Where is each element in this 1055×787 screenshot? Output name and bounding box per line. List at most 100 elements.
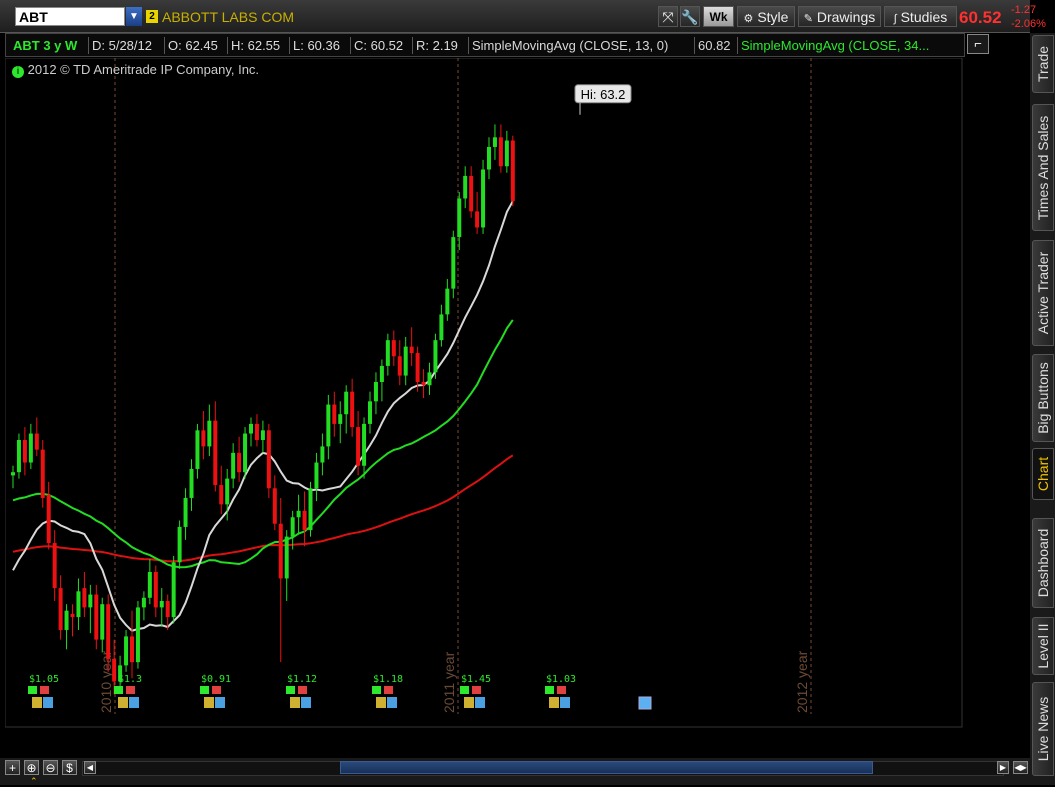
price-axis-icon[interactable]: $ bbox=[62, 760, 77, 775]
bar-low: L: 60.36 bbox=[293, 38, 340, 53]
tab-live-news[interactable]: Live News bbox=[1032, 682, 1054, 776]
style-button[interactable]: ⚙ Style bbox=[737, 6, 795, 27]
dividend-icon bbox=[40, 686, 49, 694]
symbol-dropdown-icon[interactable]: ▼ bbox=[126, 7, 142, 26]
dividend-icon bbox=[472, 686, 481, 694]
candle-body bbox=[254, 423, 259, 440]
candle-body bbox=[52, 543, 57, 589]
candle-body bbox=[510, 140, 515, 202]
tab-level-ii[interactable]: Level II bbox=[1032, 617, 1054, 675]
tab-trade[interactable]: Trade bbox=[1032, 35, 1054, 93]
candle-body bbox=[141, 597, 146, 608]
tab-active-trader[interactable]: Active Trader bbox=[1032, 240, 1054, 346]
drawings-button[interactable]: ✎ Drawings bbox=[798, 6, 881, 27]
scrollbar-thumb[interactable] bbox=[340, 761, 873, 774]
candle-body bbox=[213, 420, 218, 486]
sma13-value: 60.82 bbox=[698, 38, 731, 53]
tab-times-and-sales[interactable]: Times And Sales bbox=[1032, 104, 1054, 231]
candle-body bbox=[332, 404, 337, 424]
study-header: ABT 3 y W D: 5/28/12 O: 62.45 H: 62.55 L… bbox=[5, 33, 965, 57]
scroll-right-icon[interactable]: ▶ bbox=[997, 761, 1009, 774]
tab-active-trader-label: Active Trader bbox=[1035, 251, 1051, 335]
price-chart[interactable]: 2010 year2011 year2012 year 646362616059… bbox=[5, 58, 965, 728]
dividend-label: $1.12 bbox=[287, 674, 317, 685]
event-icon bbox=[387, 697, 397, 708]
crosshair-icon[interactable]: + bbox=[5, 760, 20, 775]
candle-body bbox=[504, 140, 509, 167]
candle-body bbox=[225, 478, 230, 505]
tab-dashboard[interactable]: Dashboard bbox=[1032, 518, 1054, 608]
event-icon bbox=[215, 697, 225, 708]
candle-body bbox=[373, 382, 378, 402]
bar-close: C: 60.52 bbox=[354, 38, 404, 53]
candle-body bbox=[492, 137, 497, 147]
scroll-left-icon[interactable]: ◀ bbox=[84, 761, 96, 774]
dividend-icon bbox=[212, 686, 221, 694]
last-price: 60.52 bbox=[959, 8, 1002, 27]
chart-symbol-period: ABT 3 y W bbox=[13, 38, 78, 53]
candle-body bbox=[457, 198, 462, 238]
wrench-icon[interactable]: 🔧 bbox=[680, 6, 700, 27]
event-icon bbox=[475, 697, 485, 708]
candle-body bbox=[106, 604, 111, 659]
candle-body bbox=[368, 401, 372, 424]
zoom-in-icon[interactable]: ⊕ bbox=[24, 760, 39, 775]
tab-chart-label: Chart bbox=[1035, 456, 1051, 492]
candle-body bbox=[76, 591, 81, 618]
crosshair-tool-icon[interactable]: ⤧ bbox=[658, 6, 678, 27]
dividend-label: $1.45 bbox=[461, 674, 491, 685]
studies-label: Studies bbox=[900, 9, 948, 25]
candle-body bbox=[28, 433, 33, 463]
dividend-icon bbox=[460, 686, 469, 694]
candle-body bbox=[463, 175, 468, 199]
candle-body bbox=[469, 175, 474, 212]
candle-body bbox=[82, 588, 87, 608]
symbol-input[interactable]: ABT bbox=[15, 7, 125, 26]
candle-body bbox=[165, 600, 170, 618]
candle-body bbox=[451, 237, 456, 289]
candle-body bbox=[403, 346, 408, 376]
expand-icon[interactable]: ◀▶ bbox=[1013, 761, 1028, 774]
candle-body bbox=[231, 452, 236, 479]
candle-body bbox=[356, 427, 361, 466]
candle-body bbox=[100, 604, 105, 640]
aggregation-period-button[interactable]: Wk bbox=[703, 6, 734, 27]
candle-body bbox=[296, 510, 301, 518]
candle-body bbox=[46, 494, 51, 544]
tab-big-buttons[interactable]: Big Buttons bbox=[1032, 354, 1054, 442]
info-icon[interactable]: i bbox=[12, 66, 24, 78]
high-bubble-label: Hi: 63.2 bbox=[581, 87, 626, 102]
candle-body bbox=[189, 468, 194, 498]
candle-body bbox=[445, 288, 450, 315]
candle-body bbox=[124, 636, 129, 666]
studies-button[interactable]: ∫ Studies bbox=[884, 6, 957, 27]
zoom-out-icon[interactable]: ⊖ bbox=[43, 760, 58, 775]
style-label: Style bbox=[757, 9, 789, 25]
earnings-icon bbox=[376, 697, 386, 708]
copyright-notice: i 2012 © TD Ameritrade IP Company, Inc. bbox=[12, 62, 259, 78]
sma13-label[interactable]: SimpleMovingAvg (CLOSE, 13, 0) bbox=[472, 38, 668, 53]
dividend-icon bbox=[384, 686, 393, 694]
candle-body bbox=[177, 526, 182, 563]
candle-body bbox=[249, 423, 253, 434]
candle-body bbox=[201, 430, 206, 447]
dividend-icon bbox=[286, 686, 295, 694]
dividend-label: $0.91 bbox=[201, 674, 231, 685]
candle-body bbox=[94, 594, 99, 640]
link-group-badge[interactable]: 2 bbox=[146, 10, 158, 23]
percent-change: -2.06% bbox=[1011, 18, 1046, 30]
earnings-icon bbox=[118, 697, 128, 708]
collapse-arrow-icon[interactable]: ⌃ bbox=[30, 776, 38, 787]
candle-body bbox=[290, 517, 295, 537]
candle-body bbox=[326, 404, 331, 447]
candle-body bbox=[266, 430, 271, 489]
candle-body bbox=[195, 430, 200, 469]
dividend-icon bbox=[545, 686, 554, 694]
sma34-label[interactable]: SimpleMovingAvg (CLOSE, 34... bbox=[741, 38, 929, 53]
drawing-tool-icon[interactable]: ⌐ bbox=[967, 34, 989, 54]
tab-live-news-label: Live News bbox=[1035, 696, 1051, 762]
year-label: 2010 year bbox=[98, 650, 114, 713]
tab-chart[interactable]: Chart bbox=[1032, 448, 1054, 500]
dividend-icon bbox=[298, 686, 307, 694]
event-icon bbox=[560, 697, 570, 708]
